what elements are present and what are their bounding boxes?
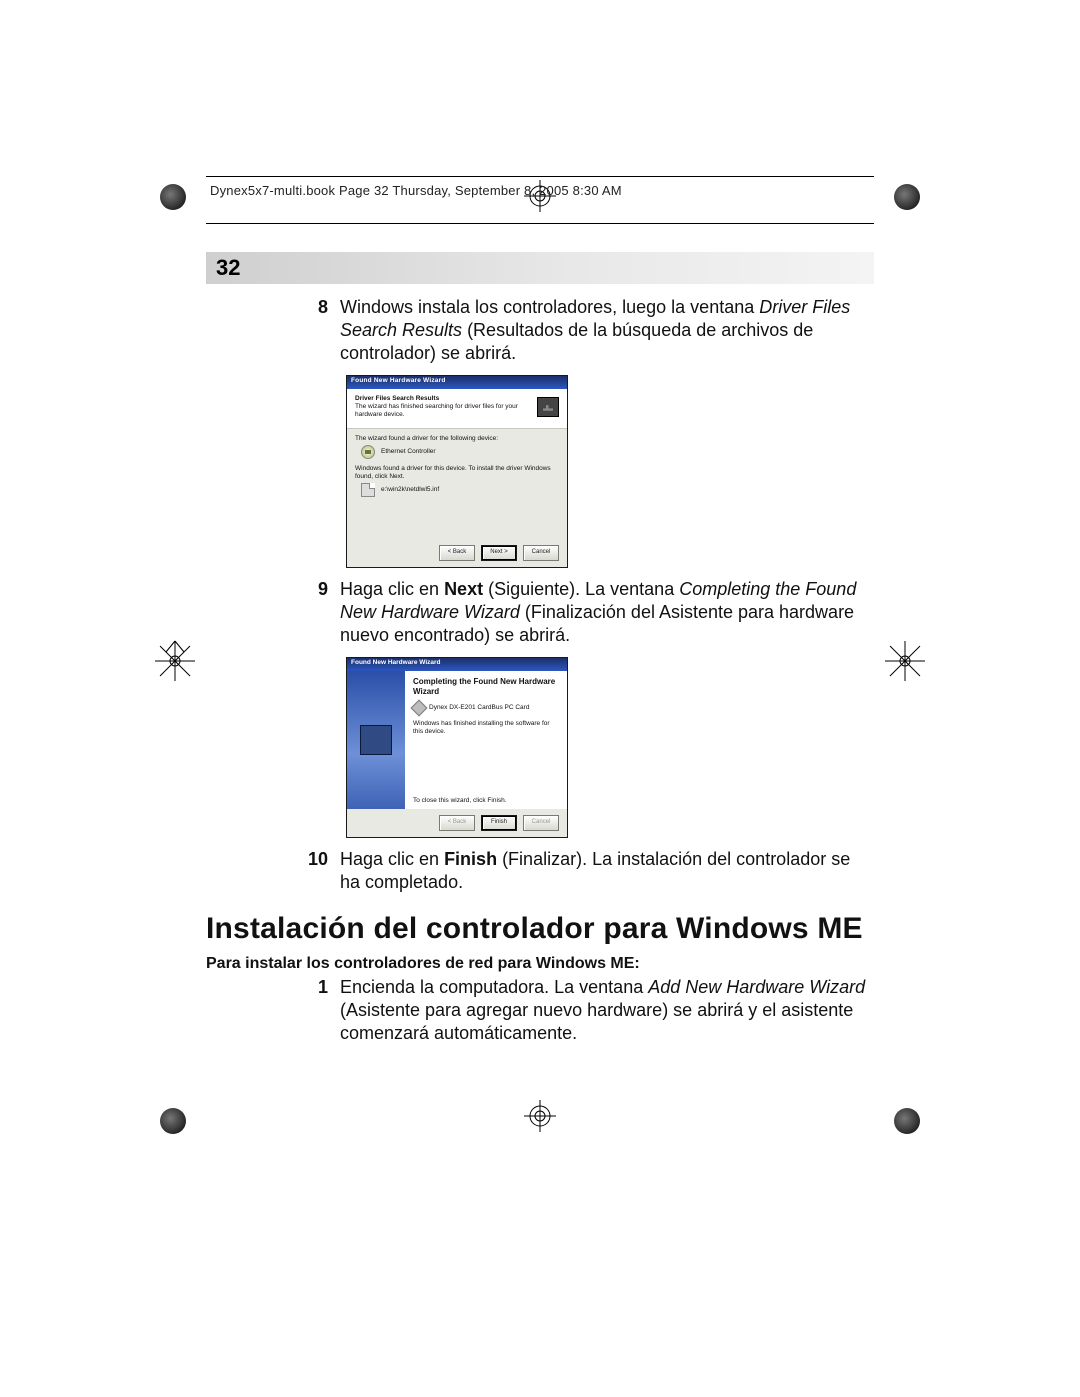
cancel-button[interactable]: Cancel xyxy=(523,815,559,831)
italic-run: Add New Hardware Wizard xyxy=(648,977,865,997)
step-text: Encienda la computadora. La ventana Add … xyxy=(340,976,874,1045)
inf-file-icon xyxy=(361,483,375,497)
step-number: 1 xyxy=(300,976,328,1045)
dialog-device: Dynex DX-E201 CardBus PC Card xyxy=(429,704,529,712)
dialog-header-bold: Driver Files Search Results xyxy=(355,395,531,403)
hardware-icon xyxy=(537,397,559,417)
page-number: 32 xyxy=(206,255,240,281)
register-corner-icon xyxy=(160,1108,186,1134)
step-number: 8 xyxy=(300,296,328,365)
bold-run: Finish xyxy=(444,849,497,869)
crop-mark-icon xyxy=(524,1100,556,1132)
register-corner-icon xyxy=(894,184,920,210)
text-run: Windows instala los controladores, luego… xyxy=(340,297,759,317)
wizard-dialog-completing: Found New Hardware Wizard Completing the… xyxy=(346,657,568,838)
dialog-titlebar: Found New Hardware Wizard xyxy=(347,376,567,389)
bold-run: Next xyxy=(444,579,483,599)
text-run: (Siguiente). La ventana xyxy=(483,579,679,599)
dialog-titlebar: Found New Hardware Wizard xyxy=(347,658,567,671)
dialog-header-sub: The wizard has finished searching for dr… xyxy=(355,403,518,418)
page: Dynex5x7-multi.book Page 32 Thursday, Se… xyxy=(0,0,1080,1397)
register-side-icon xyxy=(884,640,926,682)
dialog-device: Ethernet Controller xyxy=(381,448,436,456)
figure-dialog-1: Found New Hardware Wizard Driver Files S… xyxy=(346,375,874,568)
step-text: Haga clic en Next (Siguiente). La ventan… xyxy=(340,578,874,647)
dialog-header-sheet: Driver Files Search Results The wizard h… xyxy=(347,389,567,429)
dialog-button-row: < Back Next > Cancel xyxy=(347,539,567,567)
register-corner-icon xyxy=(160,184,186,210)
page-number-bar: 32 xyxy=(206,252,874,284)
subsection-heading: Para instalar los controladores de red p… xyxy=(206,954,874,974)
text-run: Haga clic en xyxy=(340,849,444,869)
device-icon xyxy=(411,700,428,717)
running-header-text: Dynex5x7-multi.book Page 32 Thursday, Se… xyxy=(206,177,874,198)
running-header: Dynex5x7-multi.book Page 32 Thursday, Se… xyxy=(206,176,874,224)
step-text: Windows instala los controladores, luego… xyxy=(340,296,874,365)
step-10: 10 Haga clic en Finish (Finalizar). La i… xyxy=(300,848,874,894)
register-side-icon xyxy=(154,640,196,682)
dialog-line: Windows found a driver for this device. … xyxy=(355,465,559,481)
figure-dialog-2: Found New Hardware Wizard Completing the… xyxy=(346,657,874,838)
dialog-line: Windows has finished installing the soft… xyxy=(413,720,559,736)
back-button[interactable]: < Back xyxy=(439,815,475,831)
dialog-big-title: Completing the Found New Hardware Wizard xyxy=(413,677,559,696)
wizard-dialog-search-results: Found New Hardware Wizard Driver Files S… xyxy=(346,375,568,568)
dialog-closing: To close this wizard, click Finish. xyxy=(413,797,559,805)
body-column: 8 Windows instala los controladores, lue… xyxy=(300,296,874,1049)
dialog-driver-path: e:\win2k\netdlwl5.inf xyxy=(381,486,439,494)
step-text: Haga clic en Finish (Finalizar). La inst… xyxy=(340,848,874,894)
step-me-1: 1 Encienda la computadora. La ventana Ad… xyxy=(300,976,874,1045)
step-8: 8 Windows instala los controladores, lue… xyxy=(300,296,874,365)
text-run: (Asistente para agregar nuevo hardware) … xyxy=(340,1000,853,1043)
section-heading: Instalación del controlador para Windows… xyxy=(206,912,874,946)
back-button[interactable]: < Back xyxy=(439,545,475,561)
cancel-button[interactable]: Cancel xyxy=(523,545,559,561)
text-run: Encienda la computadora. La ventana xyxy=(340,977,648,997)
next-button[interactable]: Next > xyxy=(481,545,517,561)
device-icon xyxy=(361,445,375,459)
text-run: Haga clic en xyxy=(340,579,444,599)
dialog-button-row: < Back Finish Cancel xyxy=(347,809,567,837)
dialog-line: The wizard found a driver for the follow… xyxy=(355,435,559,443)
step-9: 9 Haga clic en Next (Siguiente). La vent… xyxy=(300,578,874,647)
dialog-body: The wizard found a driver for the follow… xyxy=(347,429,567,538)
step-number: 9 xyxy=(300,578,328,647)
finish-button[interactable]: Finish xyxy=(481,815,517,831)
step-number: 10 xyxy=(300,848,328,894)
register-corner-icon xyxy=(894,1108,920,1134)
wizard-side-graphic xyxy=(347,671,405,809)
